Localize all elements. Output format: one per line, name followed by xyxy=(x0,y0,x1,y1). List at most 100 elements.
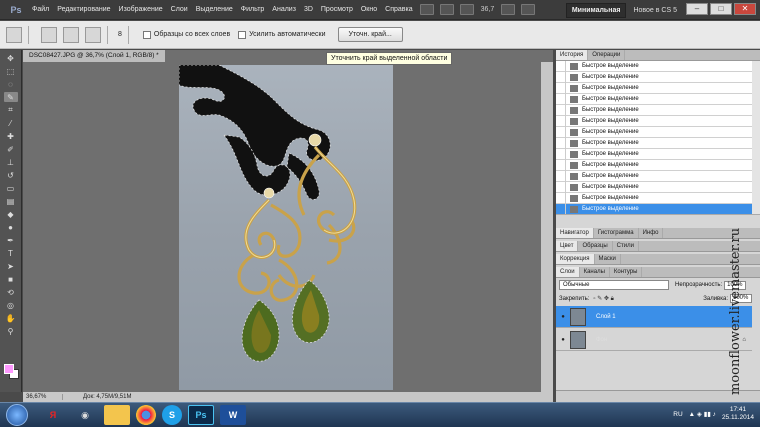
tab-info[interactable]: Инфо xyxy=(639,228,664,238)
move-tool-icon[interactable]: ✥ xyxy=(4,53,18,63)
subtract-from-selection-icon[interactable] xyxy=(85,26,101,43)
layer-name[interactable]: Слой 1 xyxy=(596,314,616,320)
history-checkbox[interactable] xyxy=(556,192,566,204)
shape-tool-icon[interactable]: ■ xyxy=(4,274,18,284)
history-checkbox[interactable] xyxy=(556,148,566,160)
horizontal-scrollbar[interactable] xyxy=(300,392,553,402)
brush-tool-icon[interactable]: ✐ xyxy=(4,144,18,154)
brush-size-label[interactable]: 8 xyxy=(118,31,122,38)
path-selection-tool-icon[interactable]: ➤ xyxy=(4,261,18,271)
history-checkbox[interactable] xyxy=(556,170,566,182)
screen-mode-icon[interactable] xyxy=(521,4,536,15)
history-checkbox[interactable] xyxy=(556,137,566,149)
quick-selection-tool-icon[interactable]: ✎ xyxy=(3,92,18,102)
3d-rotate-tool-icon[interactable]: ⟲ xyxy=(4,287,18,297)
minimize-button[interactable]: – xyxy=(686,3,708,15)
zoom-tool-icon[interactable]: ⚲ xyxy=(4,326,18,336)
history-item[interactable]: Быстрое выделение xyxy=(556,93,752,105)
skype-icon[interactable]: S xyxy=(162,405,182,425)
status-zoom[interactable]: 36,67% xyxy=(23,394,63,400)
type-tool-icon[interactable]: T xyxy=(4,248,18,258)
tab-actions[interactable]: Операции xyxy=(588,50,626,60)
tab-navigator[interactable]: Навигатор xyxy=(556,228,594,238)
media-player-icon[interactable]: ◉ xyxy=(72,405,98,425)
hand-tool-icon[interactable] xyxy=(459,4,474,15)
pen-tool-icon[interactable]: ✒ xyxy=(4,235,18,245)
tray-icons[interactable]: ▲ ◈ ▮▮ ♪ xyxy=(689,410,716,418)
layer-row-layer1[interactable]: ● Слой 1 xyxy=(556,306,752,328)
photoshop-taskbar-icon[interactable]: Ps xyxy=(188,405,214,425)
bridge-icon[interactable] xyxy=(419,4,434,15)
tab-masks[interactable]: Маски xyxy=(595,254,621,264)
tab-color[interactable]: Цвет xyxy=(556,241,579,251)
crop-tool-icon[interactable]: ⌗ xyxy=(4,105,18,115)
menu-image[interactable]: Изображение xyxy=(115,6,167,13)
history-brush-tool-icon[interactable]: ↺ xyxy=(4,170,18,180)
history-checkbox[interactable] xyxy=(556,93,566,105)
new-selection-icon[interactable] xyxy=(41,26,57,43)
visibility-eye-icon[interactable]: ● xyxy=(556,337,570,343)
history-item-selected[interactable]: Быстрое выделение xyxy=(556,203,752,214)
history-checkbox[interactable] xyxy=(556,181,566,193)
yandex-browser-icon[interactable]: Я xyxy=(40,405,66,425)
quick-selection-preset-icon[interactable] xyxy=(6,26,22,43)
history-checkbox[interactable] xyxy=(556,82,566,94)
marquee-tool-icon[interactable]: ⬚ xyxy=(4,66,18,76)
image-canvas[interactable] xyxy=(179,65,393,390)
blend-mode-select[interactable]: Обычные xyxy=(559,280,669,290)
history-checkbox[interactable] xyxy=(556,104,566,116)
tab-history[interactable]: История xyxy=(556,50,589,60)
clone-stamp-tool-icon[interactable]: ⊥ xyxy=(4,157,18,167)
menu-window[interactable]: Окно xyxy=(357,6,381,13)
history-item[interactable]: Быстрое выделение xyxy=(556,148,752,160)
history-checkbox[interactable] xyxy=(556,203,566,214)
menu-help[interactable]: Справка xyxy=(381,6,416,13)
history-item[interactable]: Быстрое выделение xyxy=(556,61,752,72)
add-to-selection-icon[interactable] xyxy=(63,26,79,43)
history-item[interactable]: Быстрое выделение xyxy=(556,71,752,83)
history-item[interactable]: Быстрое выделение xyxy=(556,170,752,182)
menu-view[interactable]: Просмотр xyxy=(317,6,357,13)
menu-edit[interactable]: Редактирование xyxy=(53,6,114,13)
lock-icons[interactable]: ▫ ✎ ✥ 🔒︎ xyxy=(593,295,613,303)
tab-layers[interactable]: Слои xyxy=(556,267,580,277)
history-item[interactable]: Быстрое выделение xyxy=(556,82,752,94)
history-checkbox[interactable] xyxy=(556,71,566,83)
menu-file[interactable]: Файл xyxy=(28,6,53,13)
history-item[interactable]: Быстрое выделение xyxy=(556,192,752,204)
dodge-tool-icon[interactable]: ● xyxy=(4,222,18,232)
checkbox-box[interactable] xyxy=(142,30,151,39)
gradient-tool-icon[interactable]: ▤ xyxy=(4,196,18,206)
tab-histogram[interactable]: Гистограмма xyxy=(594,228,639,238)
layer-name[interactable]: Фон xyxy=(596,337,607,343)
healing-brush-tool-icon[interactable]: ✚ xyxy=(4,131,18,141)
eyedropper-tool-icon[interactable]: ⁄ xyxy=(4,118,18,128)
history-item[interactable]: Быстрое выделение xyxy=(556,137,752,149)
history-item[interactable]: Быстрое выделение xyxy=(556,115,752,127)
tab-channels[interactable]: Каналы xyxy=(580,267,610,277)
workspace-new-in-cs5[interactable]: Новое в CS 5 xyxy=(630,3,680,18)
tab-swatches[interactable]: Образцы xyxy=(578,241,613,251)
history-item[interactable]: Быстрое выделение xyxy=(556,126,752,138)
menu-analysis[interactable]: Анализ xyxy=(268,6,300,13)
lasso-tool-icon[interactable]: ◌ xyxy=(4,79,18,89)
history-checkbox[interactable] xyxy=(556,115,566,127)
history-checkbox[interactable] xyxy=(556,159,566,171)
checkbox-box[interactable] xyxy=(238,30,247,39)
tab-styles[interactable]: Стили xyxy=(613,241,639,251)
history-item[interactable]: Быстрое выделение xyxy=(556,104,752,116)
document-tab[interactable]: DSC08427.JPG @ 36,7% (Слой 1, RGB/8) * xyxy=(23,50,165,62)
language-indicator[interactable]: RU xyxy=(673,411,682,418)
blur-tool-icon[interactable]: ◆ xyxy=(4,209,18,219)
sample-all-layers-checkbox[interactable]: Образцы со всех слоев xyxy=(142,30,230,39)
clock[interactable]: 17:41 25.11.2014 xyxy=(722,406,754,422)
word-icon[interactable]: W xyxy=(220,405,246,425)
zoom-level[interactable]: 36,7 xyxy=(481,6,495,13)
auto-enhance-checkbox[interactable]: Усилить автоматически xyxy=(238,30,326,39)
refine-edge-button[interactable]: Уточн. край... xyxy=(337,27,403,42)
history-item[interactable]: Быстрое выделение xyxy=(556,159,752,171)
menu-3d[interactable]: 3D xyxy=(300,6,317,13)
layer-row-background[interactable]: ● Фон ⌂ xyxy=(556,329,752,351)
maximize-button[interactable]: □ xyxy=(710,3,732,15)
menu-filter[interactable]: Фильтр xyxy=(237,6,269,13)
